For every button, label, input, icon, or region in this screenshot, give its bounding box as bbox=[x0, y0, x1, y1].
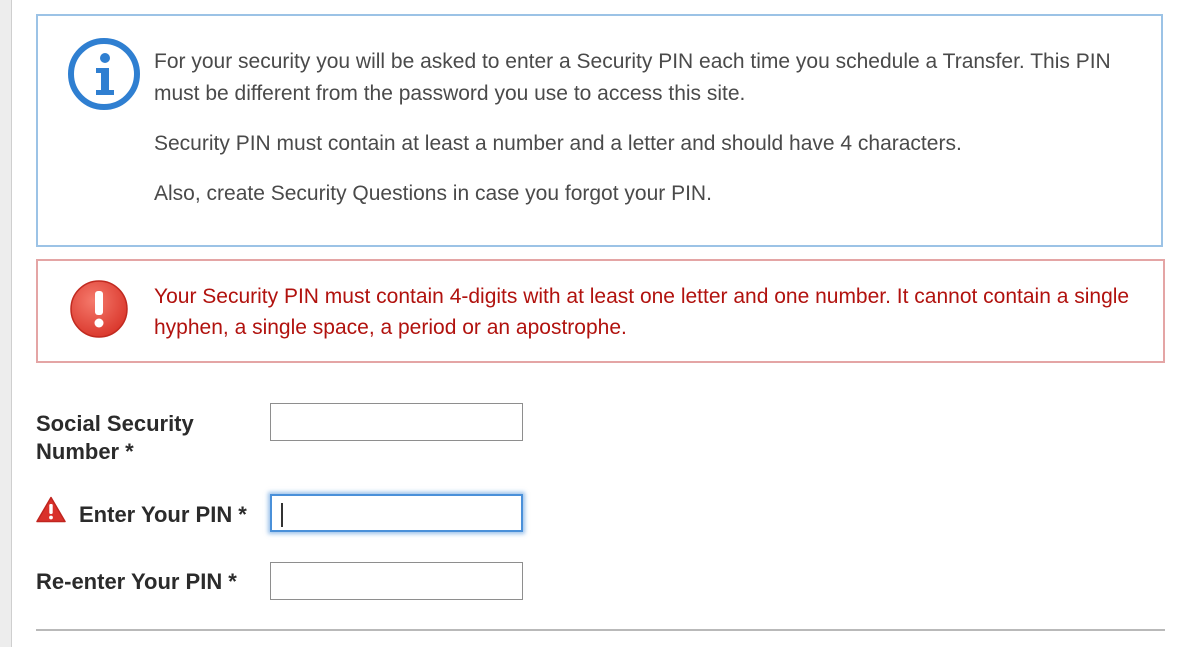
warning-triangle-icon bbox=[36, 496, 66, 523]
info-paragraph: For your security you will be asked to e… bbox=[154, 50, 1111, 105]
error-notice-box: Your Security PIN must contain 4-digits … bbox=[36, 259, 1165, 363]
info-text: For your security you will be asked to e… bbox=[154, 46, 1114, 228]
info-notice-box: For your security you will be asked to e… bbox=[36, 14, 1163, 247]
info-paragraph: Security PIN must contain at least a num… bbox=[154, 132, 962, 155]
pin-confirm-label-text: Re-enter Your PIN bbox=[36, 569, 223, 594]
error-message: Your Security PIN must contain 4-digits … bbox=[154, 285, 1130, 339]
info-icon bbox=[68, 38, 140, 110]
pin-label: Enter Your PIN * bbox=[79, 501, 247, 529]
ssn-label: Social Security Number * bbox=[36, 410, 194, 466]
page-frame-edge bbox=[0, 0, 12, 647]
ssn-input[interactable] bbox=[270, 403, 523, 441]
page: For your security you will be asked to e… bbox=[0, 0, 1200, 647]
required-mark: * bbox=[228, 569, 237, 594]
ssn-label-line2: Number bbox=[36, 439, 120, 464]
ssn-label-line1: Social Security bbox=[36, 411, 194, 436]
pin-input[interactable] bbox=[270, 494, 523, 532]
exclamation-icon bbox=[70, 280, 128, 338]
pin-confirm-label: Re-enter Your PIN * bbox=[36, 568, 237, 596]
required-mark: * bbox=[238, 502, 247, 527]
info-paragraph: Also, create Security Questions in case … bbox=[154, 182, 712, 205]
text-cursor bbox=[281, 503, 283, 527]
required-mark: * bbox=[125, 439, 134, 464]
pin-confirm-input[interactable] bbox=[270, 562, 523, 600]
pin-label-text: Enter Your PIN bbox=[79, 502, 233, 527]
divider bbox=[36, 629, 1165, 631]
